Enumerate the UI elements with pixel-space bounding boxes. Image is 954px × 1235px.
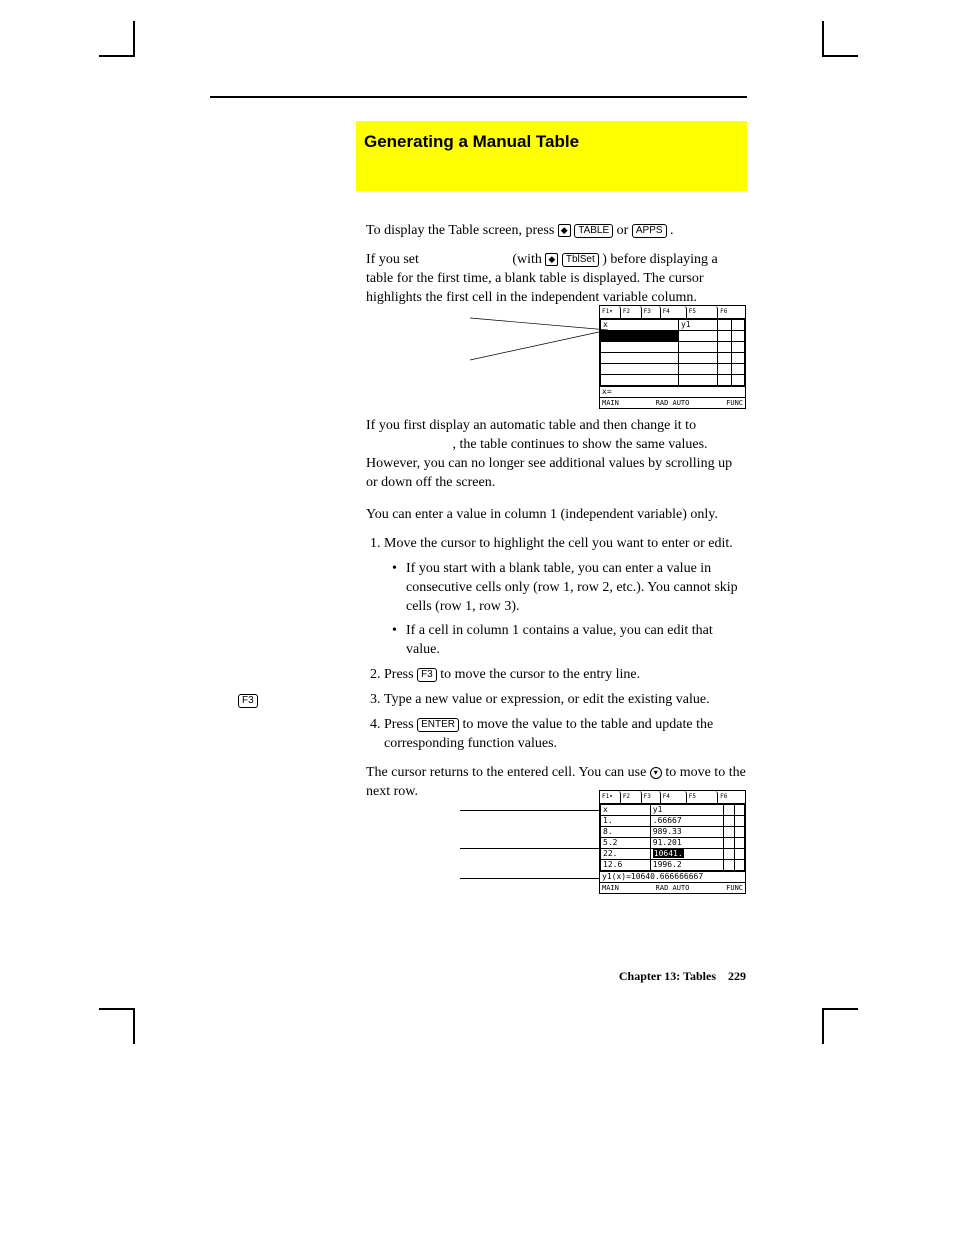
- step-3: Type a new value or expression, or edit …: [384, 691, 746, 710]
- intro-para-2: If you set Independent = ASK (with ◆ Tbl…: [366, 251, 746, 308]
- side-label-2: Enter a new value here.: [460, 838, 590, 852]
- apps-key: APPS: [632, 224, 667, 238]
- leader-line: [460, 810, 600, 811]
- table-key: TABLE: [574, 224, 613, 238]
- page-footer: Chapter 13: Tables 229: [366, 969, 746, 984]
- bullet-2: If a cell in column 1 contains a value, …: [406, 622, 746, 660]
- diamond-key: ◆: [558, 224, 571, 237]
- intro-para-1: To display the Table screen, press ◆ TAB…: [366, 222, 746, 241]
- calc-table: xy1: [600, 319, 745, 386]
- calc-table-2: xy1 1..66667 8.989.33 5.291.201 22.10641…: [600, 804, 745, 871]
- enter-key: ENTER: [417, 718, 459, 732]
- steps-list: Move the cursor to highlight the cell yo…: [366, 535, 746, 754]
- leader-line: [460, 848, 600, 849]
- step-1: Move the cursor to highlight the cell yo…: [384, 535, 746, 660]
- step-4: Press ENTER to move the value to the tab…: [384, 716, 746, 754]
- section-heading-entering: Entering or Editing an Independent Varia…: [208, 506, 348, 561]
- section-heading-display: Displaying the Table Screen: [208, 222, 348, 258]
- top-rule: [210, 96, 747, 98]
- down-arrow-icon: ▾: [650, 767, 662, 779]
- entering-intro: You can enter a value in column 1 (indep…: [366, 506, 746, 525]
- f3-key: F3: [417, 668, 437, 682]
- banner: Generating a Manual Table: [356, 121, 747, 191]
- diamond-key: ◆: [545, 253, 558, 266]
- side-label-3: Shows full value of highlighted cell.: [460, 868, 590, 897]
- after-screen-para: If you first display an automatic table …: [366, 417, 746, 493]
- calculator-screen-blank: F1▾ F2 F3 F4 F5 F6 xy1 x= MAIN RAD AUTO …: [599, 305, 746, 409]
- leader-lines-1: [470, 308, 610, 398]
- banner-title: Generating a Manual Table: [364, 131, 739, 153]
- f3-key: F3: [238, 694, 258, 708]
- side-label-1: Enter values in any numerical order.: [460, 800, 590, 829]
- leader-line: [460, 878, 600, 879]
- step-2: Press F3 to move the cursor to the entry…: [384, 666, 746, 685]
- tblset-key: TblSet: [562, 253, 599, 267]
- calculator-screen-filled: F1▾ F2 F3 F4 F5 F6 xy1 1..66667 8.989.33…: [599, 790, 746, 894]
- bullet-1: If you start with a blank table, you can…: [406, 560, 746, 617]
- tip-note: Tip: To enter a new value in a cell, you…: [208, 664, 348, 723]
